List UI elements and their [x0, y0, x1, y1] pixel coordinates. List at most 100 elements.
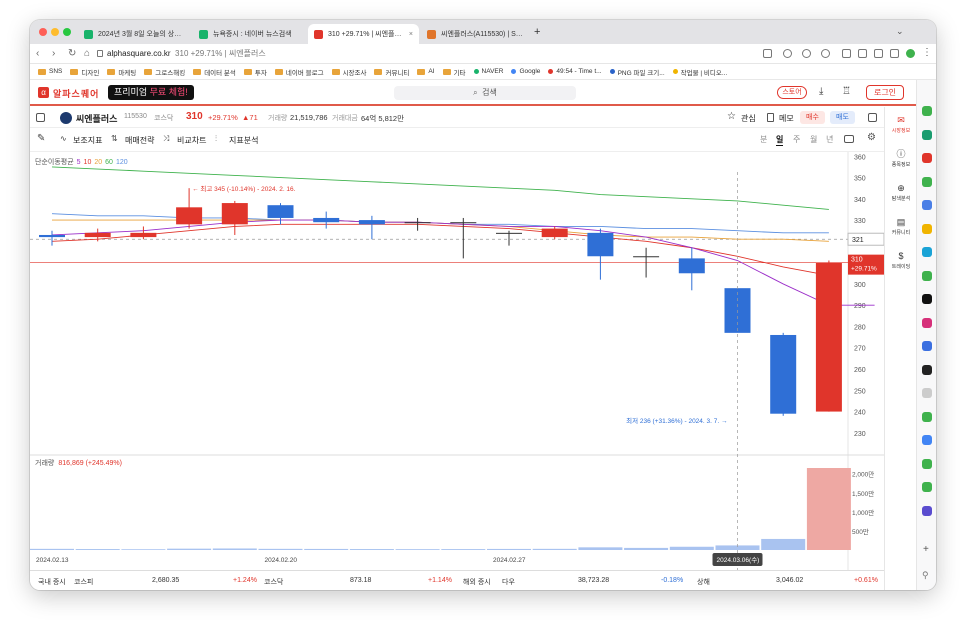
site-info-icon[interactable] [97, 50, 103, 57]
bookmark-item[interactable]: 기타 [442, 67, 466, 77]
translate-icon[interactable] [783, 49, 792, 58]
volume-bar[interactable] [167, 548, 212, 550]
candle-body[interactable] [770, 334, 797, 414]
extension-shortcut-icon[interactable] [922, 200, 932, 210]
ma-legend-item[interactable]: 120 [116, 159, 128, 166]
browser-tab[interactable]: 뉴욕증시 : 네이버 뉴스검색 [193, 24, 306, 44]
volume-bar[interactable] [304, 548, 349, 550]
candle-body[interactable] [221, 203, 248, 225]
extension-shortcut-icon[interactable] [922, 294, 932, 304]
sidepanel-icon[interactable] [890, 49, 899, 58]
tab-list-icon[interactable]: ⌄ [896, 26, 904, 37]
new-tab-button[interactable]: + [534, 26, 540, 38]
download-icon[interactable] [842, 49, 851, 58]
profile-avatar[interactable] [906, 49, 915, 58]
extension-shortcut-icon[interactable] [922, 411, 932, 422]
volume-bar[interactable] [806, 468, 851, 550]
bookmark-item[interactable]: 마케팅 [107, 67, 136, 77]
browser-tab[interactable]: 씨엔플러스(A115530) | Snapshot [421, 24, 532, 44]
extension-shortcut-icon[interactable] [922, 341, 932, 351]
store-button[interactable]: 스토어 [777, 86, 807, 99]
candlestick-chart[interactable]: 3603503403303203103002902802702602502402… [30, 152, 885, 570]
index-name-dow[interactable]: 다우 [502, 577, 515, 587]
period-year[interactable]: 년 [826, 134, 833, 145]
maximize-window-button[interactable] [63, 28, 71, 36]
extension-shortcut-icon[interactable] [922, 106, 932, 116]
home-icon[interactable]: ⌂ [84, 48, 90, 60]
index-name-shanghai[interactable]: 상해 [697, 577, 710, 587]
bookmark-item[interactable]: Google [511, 68, 540, 75]
bookmark-item[interactable]: 데이터 분석 [193, 67, 236, 77]
volume-bar[interactable] [487, 548, 531, 550]
search-input[interactable]: ⌕ 검색 [394, 86, 576, 100]
extension-shortcut-icon[interactable] [922, 176, 932, 187]
bookmark-item[interactable]: 시장조사 [331, 67, 366, 77]
tool-indicators[interactable]: 보조지표 [73, 135, 102, 146]
candle-body[interactable] [267, 205, 294, 218]
volume-bar[interactable] [121, 549, 166, 550]
capture-icon[interactable] [874, 49, 883, 58]
add-shortcut-icon[interactable]: + [923, 544, 929, 555]
search-lens-icon[interactable] [802, 49, 811, 58]
bookmark-item[interactable]: 커뮤니티 [374, 67, 409, 77]
extension-shortcut-icon[interactable] [922, 153, 932, 163]
watch-button[interactable]: 관심 [741, 113, 756, 124]
extension-shortcut-icon[interactable] [922, 482, 932, 492]
candle-body[interactable] [587, 232, 614, 257]
buy-button[interactable]: 매수 [800, 111, 825, 124]
candle-body[interactable] [313, 217, 340, 223]
candle-body[interactable] [541, 228, 568, 238]
candle-body[interactable] [633, 256, 660, 258]
logo-text[interactable]: 알파스퀘어 [53, 87, 99, 100]
candle-body[interactable] [176, 207, 203, 225]
period-minute[interactable]: 분 [760, 134, 767, 145]
volume-bar[interactable] [395, 549, 440, 550]
share-icon[interactable] [763, 49, 772, 58]
bookmark-item[interactable]: 작업물 | 비디오... [672, 67, 727, 77]
browser-tab[interactable]: 2024년 3월 8일 오늘의 상한가 이슈 [78, 24, 191, 44]
sell-button[interactable]: 매도 [830, 111, 855, 124]
extension-shortcut-icon[interactable] [922, 223, 932, 234]
back-icon[interactable]: ‹ [36, 48, 39, 60]
camera-icon[interactable] [844, 135, 854, 143]
url-field[interactable]: alphasquare.co.kr 310 +29.71% | 씨엔플러스 [107, 48, 266, 60]
extension-shortcut-icon[interactable] [922, 129, 932, 140]
extension-shortcut-icon[interactable] [922, 270, 932, 281]
bookmark-item[interactable]: 투자 [243, 67, 267, 77]
bookmark-item[interactable]: 디자인 [70, 67, 99, 77]
logo-icon[interactable]: α [38, 87, 49, 98]
extension-shortcut-icon[interactable] [922, 505, 932, 516]
login-button[interactable]: 로그인 [866, 85, 904, 100]
tool-compare[interactable]: 비교차트 [177, 135, 206, 146]
volume-bar[interactable] [212, 548, 257, 550]
trophy-icon[interactable]: ♖ [842, 86, 851, 97]
candle-body[interactable] [450, 222, 477, 224]
period-month[interactable]: 월 [810, 134, 817, 145]
premium-trial-button[interactable]: 프리미엄 무료 체험! [108, 85, 194, 100]
index-name-kosdaq[interactable]: 코스닥 [264, 577, 283, 587]
right-panel-item[interactable]: ✉ 시장정보 [885, 115, 917, 134]
pencil-icon[interactable]: ✎ [37, 133, 45, 144]
menu-icon[interactable]: ⋮ [922, 47, 932, 58]
close-tab-icon[interactable]: × [405, 31, 413, 38]
sidebar-toggle-icon[interactable] [36, 113, 45, 122]
ma-legend-item[interactable]: 20 [94, 159, 102, 166]
video-icon[interactable] [858, 49, 867, 58]
volume-bar[interactable] [669, 546, 714, 550]
bookmark-item[interactable]: SNS [38, 68, 62, 75]
extension-shortcut-icon[interactable] [922, 458, 932, 469]
bookmark-item[interactable]: 네이버 블로그 [274, 67, 324, 77]
volume-bar[interactable] [578, 547, 623, 550]
candle-body[interactable] [678, 258, 705, 274]
tool-strategy[interactable]: 매매전략 [125, 135, 154, 146]
volume-bar[interactable] [761, 538, 806, 550]
index-name-kospi[interactable]: 코스피 [74, 577, 93, 587]
download-app-icon[interactable]: ⤓ [819, 86, 823, 97]
volume-bar[interactable] [30, 548, 74, 550]
candle-body[interactable] [404, 222, 431, 224]
ma-legend-item[interactable]: 5 [77, 159, 81, 166]
forward-icon[interactable]: › [52, 48, 55, 60]
ma-legend-item[interactable]: 60 [105, 159, 113, 166]
extension-shortcut-icon[interactable] [922, 388, 932, 398]
right-panel-item[interactable]: ▤ 커뮤니티 [885, 217, 917, 236]
